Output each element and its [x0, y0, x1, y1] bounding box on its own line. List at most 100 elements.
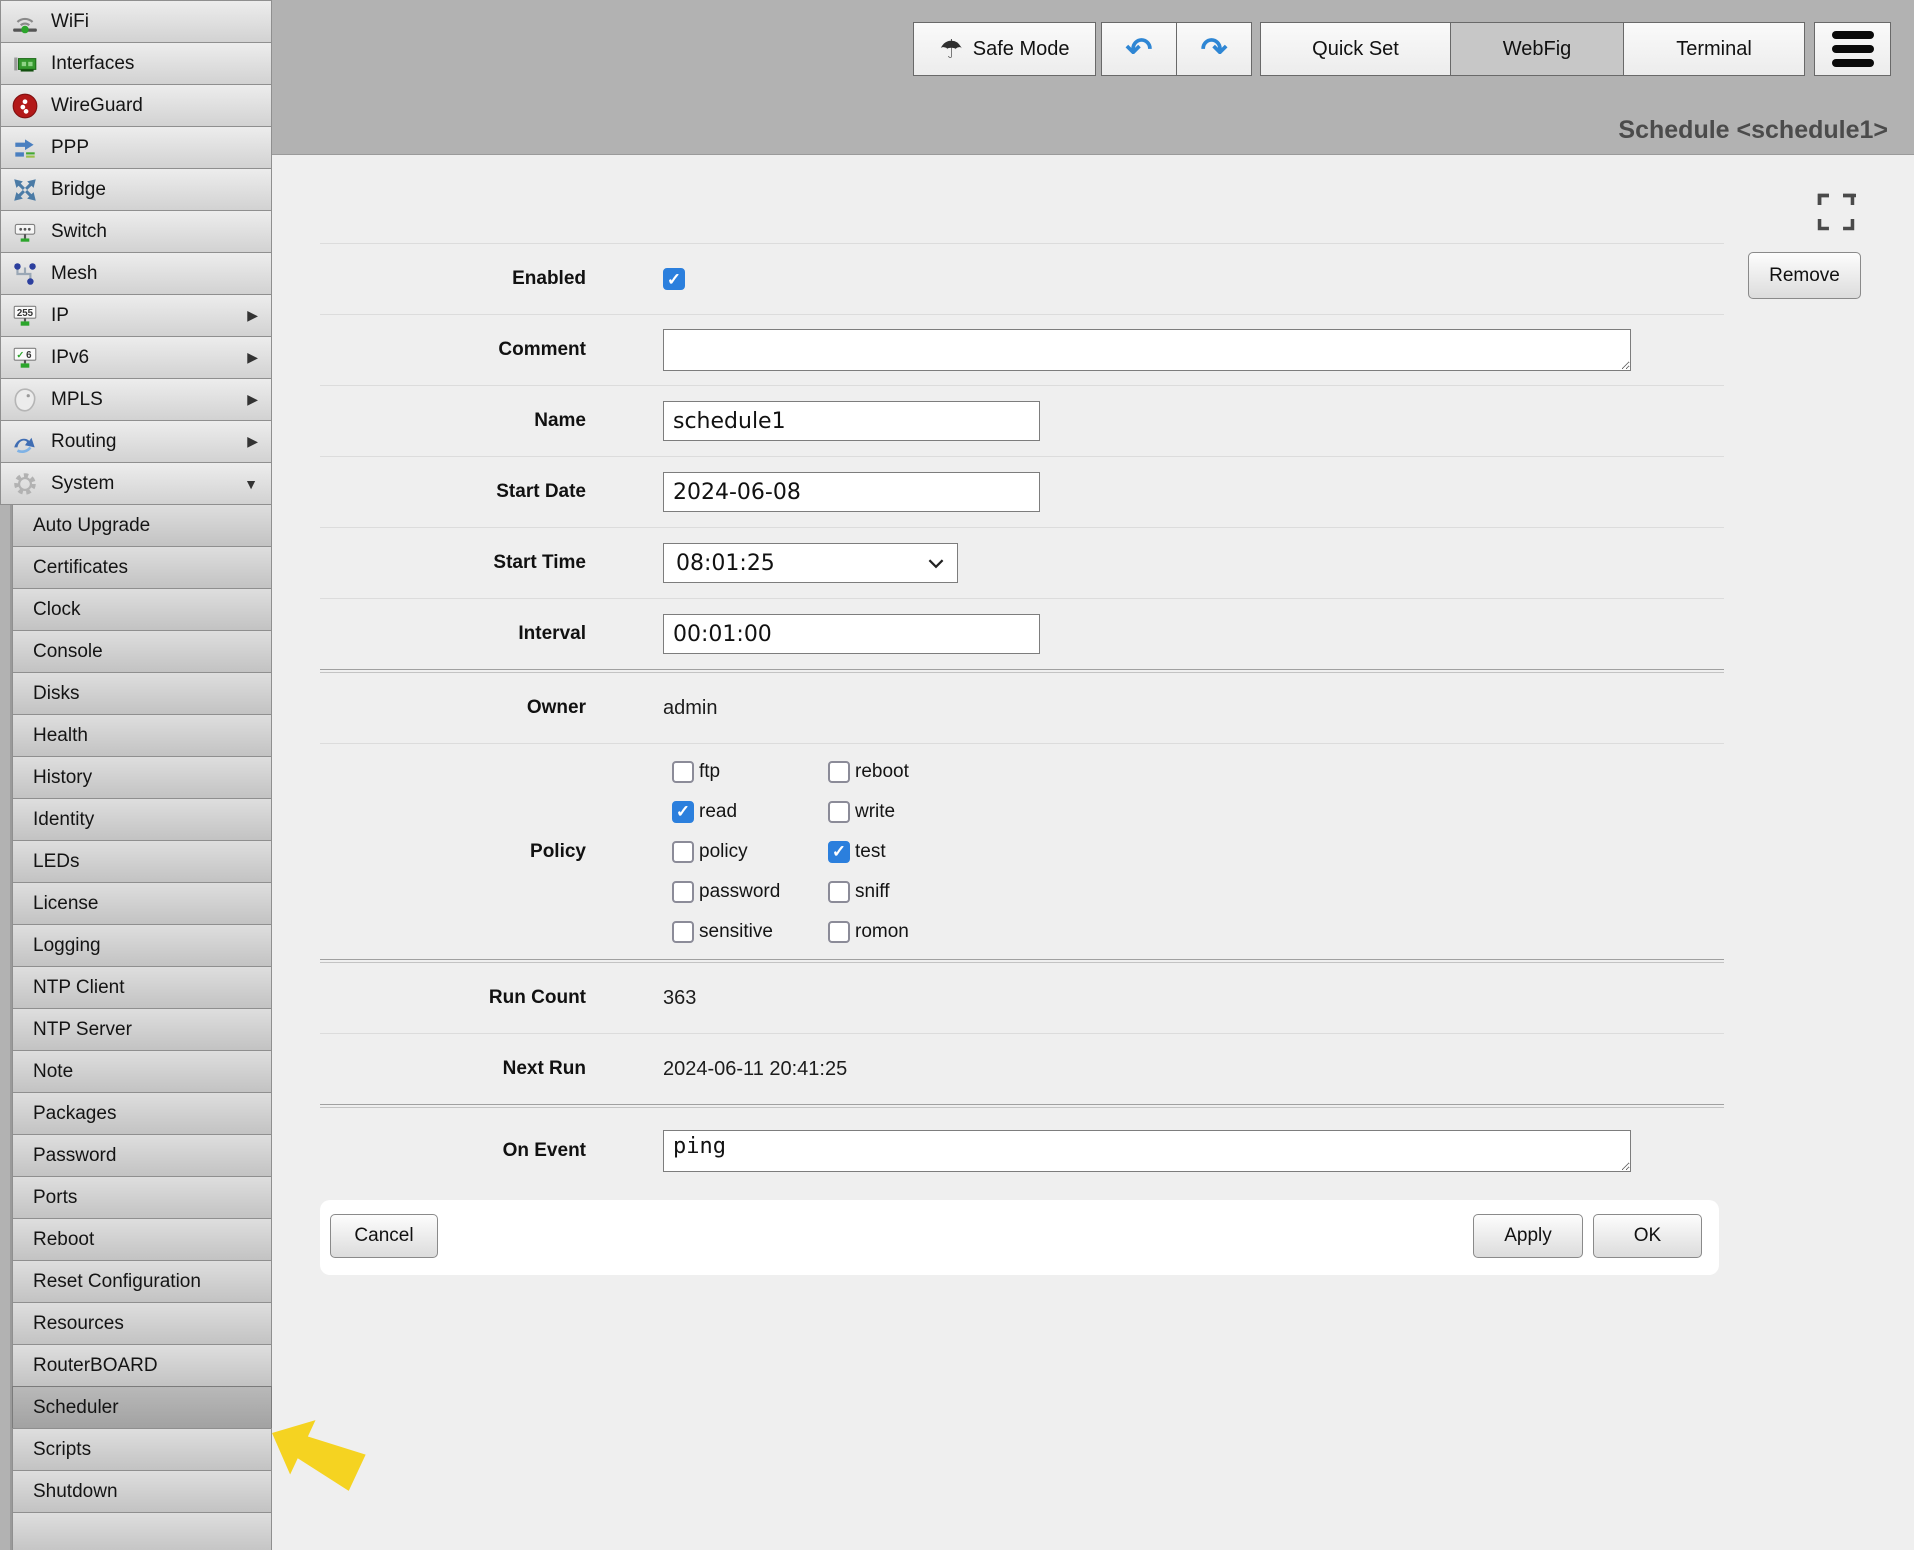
policy-checkbox-test[interactable]	[828, 841, 850, 863]
sidebar-subitem-console[interactable]: Console	[12, 630, 272, 673]
sidebar-item-ipv6[interactable]: ✓6 IPv6 ▶	[0, 336, 272, 379]
wireguard-icon	[11, 92, 39, 120]
policy-checkbox-policy[interactable]	[672, 841, 694, 863]
mpls-icon	[11, 386, 39, 414]
sidebar-subitem-history[interactable]: History	[12, 756, 272, 799]
sidebar-subitem-routerboard[interactable]: RouterBOARD	[12, 1344, 272, 1387]
sidebar-subitem-partial	[12, 1512, 272, 1550]
sidebar-item-switch[interactable]: Switch	[0, 210, 272, 253]
comment-input[interactable]	[663, 329, 1631, 371]
redo-button[interactable]: ↷	[1176, 22, 1252, 76]
interval-input[interactable]	[663, 614, 1040, 654]
routing-icon	[11, 428, 39, 456]
tab-terminal[interactable]: Terminal	[1623, 22, 1805, 76]
sidebar-subitem-scheduler[interactable]: Scheduler	[12, 1386, 272, 1429]
cancel-button[interactable]: Cancel	[330, 1214, 438, 1258]
name-input[interactable]	[663, 401, 1040, 441]
sidebar-subitem-logging[interactable]: Logging	[12, 924, 272, 967]
sidebar-subitem-ports[interactable]: Ports	[12, 1176, 272, 1219]
sidebar-subitem-license[interactable]: License	[12, 882, 272, 925]
chevron-right-icon: ▶	[247, 307, 258, 324]
sidebar-subitem-password[interactable]: Password	[12, 1134, 272, 1177]
fullscreen-icon[interactable]	[1816, 192, 1856, 232]
sidebar-item-system[interactable]: System ▼	[0, 462, 272, 505]
start-time-label: Start Time	[320, 552, 586, 574]
next-run-value: 2024-06-11 20:41:25	[663, 1058, 847, 1081]
button-bar: Cancel Apply OK	[320, 1200, 1719, 1275]
sidebar-subitem-reboot[interactable]: Reboot	[12, 1218, 272, 1261]
sidebar-item-wifi[interactable]: WiFi	[0, 0, 272, 43]
schedule-form: Enabled Comment Name Start Date Start Ti…	[320, 243, 1724, 1193]
sidebar-subitem-auto-upgrade[interactable]: Auto Upgrade	[12, 504, 272, 547]
sidebar-subitem-certificates[interactable]: Certificates	[12, 546, 272, 589]
run-count-label: Run Count	[320, 987, 586, 1009]
chevron-right-icon: ▶	[247, 349, 258, 366]
policy-checkbox-read[interactable]	[672, 801, 694, 823]
svg-text:255: 255	[17, 308, 34, 319]
policy-checkbox-sniff[interactable]	[828, 881, 850, 903]
policy-checkbox-ftp[interactable]	[672, 761, 694, 783]
policy-checkbox-reboot[interactable]	[828, 761, 850, 783]
sidebar-item-mesh[interactable]: Mesh	[0, 252, 272, 295]
chevron-down-icon: ▼	[244, 476, 258, 492]
sidebar-subitem-reset-configuration[interactable]: Reset Configuration	[12, 1260, 272, 1303]
form-row-run-count: Run Count 363	[320, 963, 1724, 1033]
policy-checkbox-write[interactable]	[828, 801, 850, 823]
form-row-comment: Comment	[320, 315, 1724, 385]
sidebar-subitem-disks[interactable]: Disks	[12, 672, 272, 715]
content-panel: Remove Enabled Comment Name Start Date S…	[272, 155, 1914, 1550]
sidebar: WiFi Interfaces WireGuard PPP Bridge Swi…	[0, 0, 272, 1550]
next-run-label: Next Run	[320, 1058, 586, 1080]
tab-webfig[interactable]: WebFig	[1450, 22, 1624, 76]
ip-icon: 255	[11, 302, 39, 330]
start-date-input[interactable]	[663, 472, 1040, 512]
on-event-input[interactable]: ping	[663, 1130, 1631, 1172]
sidebar-subitem-leds[interactable]: LEDs	[12, 840, 272, 883]
chevron-down-icon	[927, 558, 945, 569]
policy-checkbox-sensitive[interactable]	[672, 921, 694, 943]
sidebar-item-wireguard[interactable]: WireGuard	[0, 84, 272, 127]
start-date-label: Start Date	[320, 481, 586, 503]
chevron-right-icon: ▶	[247, 391, 258, 408]
top-band: ☂ Safe Mode ↶ ↷ Quick Set WebFig Termina…	[272, 0, 1914, 155]
ppp-icon	[11, 134, 39, 162]
redo-icon: ↷	[1201, 33, 1228, 65]
apply-button[interactable]: Apply	[1473, 1214, 1583, 1258]
remove-button[interactable]: Remove	[1748, 252, 1861, 299]
form-row-start-time: Start Time 08:01:25	[320, 528, 1724, 598]
form-row-next-run: Next Run 2024-06-11 20:41:25	[320, 1034, 1724, 1104]
form-row-policy: Policy ftp reboot read write policy test…	[320, 744, 1724, 959]
sidebar-subitem-ntp-server[interactable]: NTP Server	[12, 1008, 272, 1051]
tab-quick-set[interactable]: Quick Set	[1260, 22, 1451, 76]
start-time-select[interactable]: 08:01:25	[663, 543, 958, 583]
sidebar-subitem-packages[interactable]: Packages	[12, 1092, 272, 1135]
sidebar-subitem-note[interactable]: Note	[12, 1050, 272, 1093]
sidebar-item-ip[interactable]: 255 IP ▶	[0, 294, 272, 337]
sidebar-subitem-shutdown[interactable]: Shutdown	[12, 1470, 272, 1513]
menu-button[interactable]	[1814, 22, 1891, 76]
sidebar-item-mpls[interactable]: MPLS ▶	[0, 378, 272, 421]
form-row-enabled: Enabled	[320, 244, 1724, 314]
sidebar-item-ppp[interactable]: PPP	[0, 126, 272, 169]
hamburger-icon	[1832, 31, 1874, 67]
mesh-icon	[11, 260, 39, 288]
sidebar-item-bridge[interactable]: Bridge	[0, 168, 272, 211]
sidebar-item-routing[interactable]: Routing ▶	[0, 420, 272, 463]
policy-checkbox-romon[interactable]	[828, 921, 850, 943]
sidebar-subitem-clock[interactable]: Clock	[12, 588, 272, 631]
on-event-label: On Event	[320, 1140, 586, 1162]
form-row-owner: Owner admin	[320, 673, 1724, 743]
ok-button[interactable]: OK	[1593, 1214, 1702, 1258]
form-row-on-event: On Event ping	[320, 1108, 1724, 1193]
sidebar-subitem-identity[interactable]: Identity	[12, 798, 272, 841]
sidebar-subitem-health[interactable]: Health	[12, 714, 272, 757]
sidebar-subitem-ntp-client[interactable]: NTP Client	[12, 966, 272, 1009]
enabled-checkbox[interactable]	[663, 268, 685, 290]
comment-label: Comment	[320, 339, 586, 361]
sidebar-item-interfaces[interactable]: Interfaces	[0, 42, 272, 85]
safe-mode-button[interactable]: ☂ Safe Mode	[913, 22, 1096, 76]
policy-checkbox-password[interactable]	[672, 881, 694, 903]
sidebar-subitem-scripts[interactable]: Scripts	[12, 1428, 272, 1471]
undo-button[interactable]: ↶	[1101, 22, 1177, 76]
sidebar-subitem-resources[interactable]: Resources	[12, 1302, 272, 1345]
